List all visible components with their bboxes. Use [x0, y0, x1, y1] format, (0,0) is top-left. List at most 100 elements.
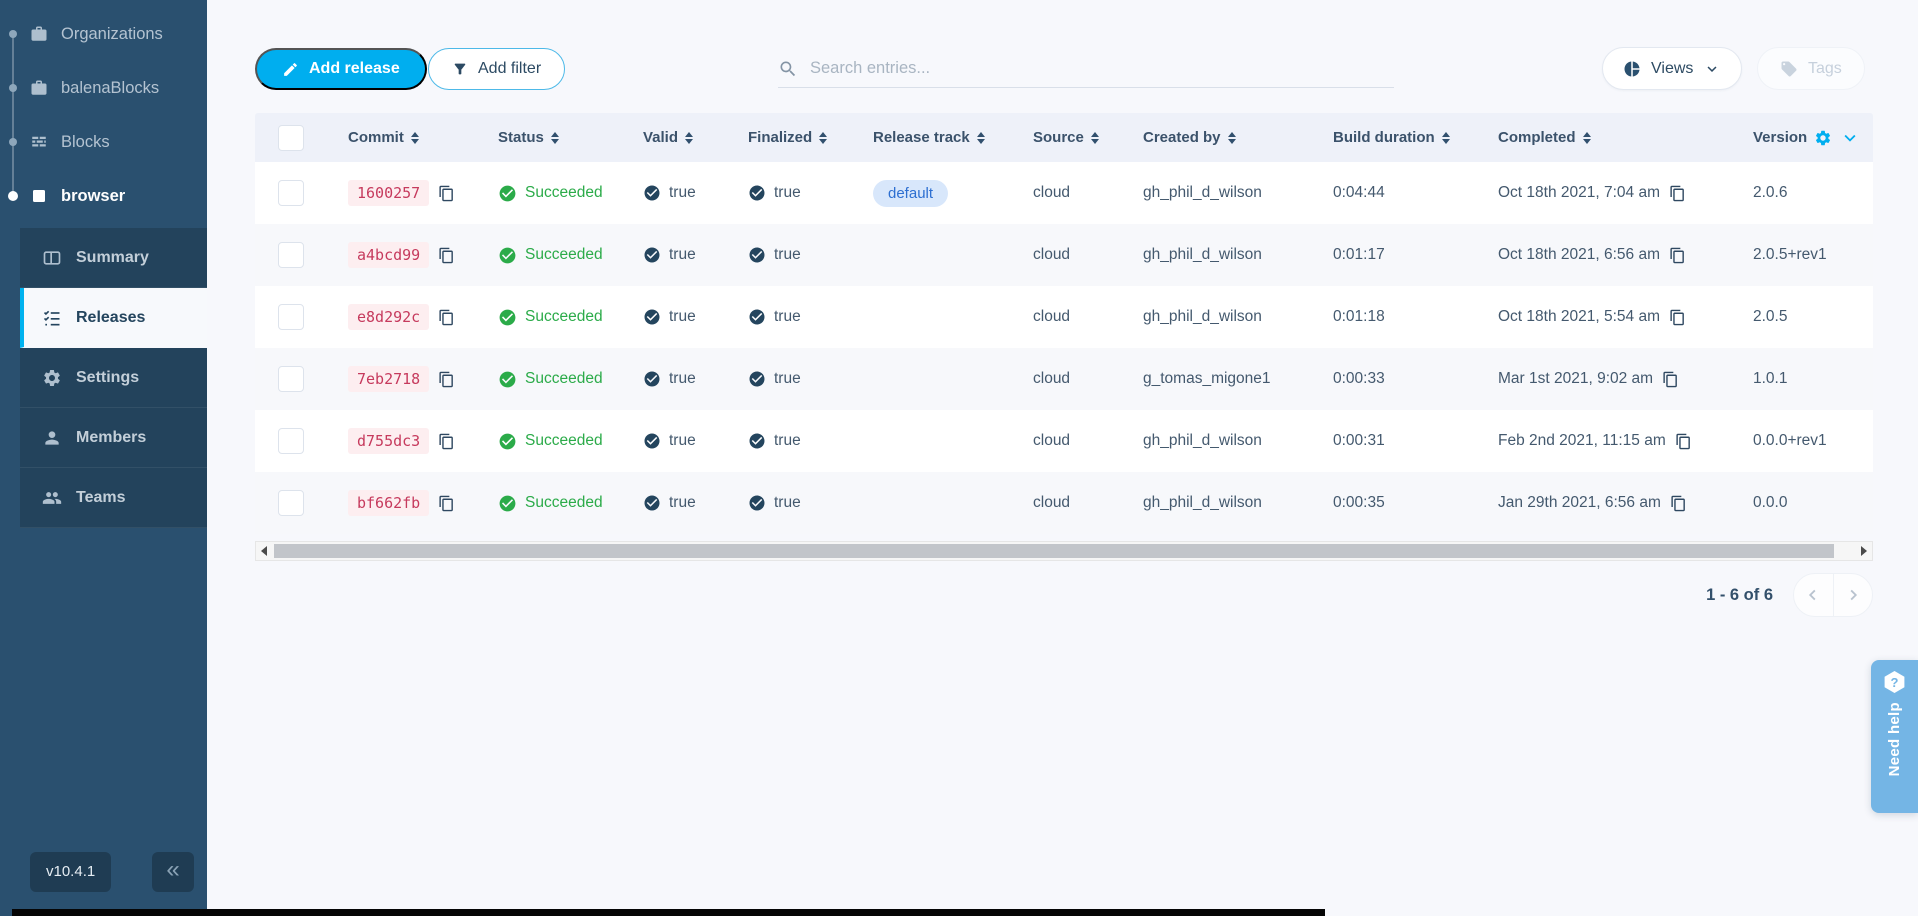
- sidebar-item-label: balenaBlocks: [61, 79, 159, 98]
- column-header-release-track[interactable]: Release track: [855, 129, 1015, 146]
- scrollbar-track[interactable]: [272, 542, 1856, 560]
- sort-icon[interactable]: [819, 132, 827, 144]
- column-header-created-by[interactable]: Created by: [1125, 129, 1315, 146]
- chevron-down-icon: [1703, 60, 1721, 78]
- sort-icon[interactable]: [685, 132, 693, 144]
- column-header-finalized[interactable]: Finalized: [730, 129, 855, 146]
- tag-icon: [1780, 60, 1798, 78]
- sort-icon[interactable]: [977, 132, 985, 144]
- copy-icon[interactable]: [438, 247, 455, 264]
- commit-hash[interactable]: 1600257: [348, 180, 429, 206]
- sidebar-item-blocks[interactable]: Blocks: [0, 115, 207, 169]
- column-header-version[interactable]: Version: [1735, 127, 1873, 149]
- finalized-label: true: [774, 494, 801, 512]
- table-row[interactable]: d755dc3 Succeeded true true cloud gh_phi…: [255, 410, 1873, 472]
- row-checkbox[interactable]: [278, 428, 304, 454]
- tree-dot-icon: [9, 30, 17, 38]
- valid-cell: true: [643, 246, 696, 264]
- summary-icon: [42, 248, 62, 268]
- column-expand-chevron-icon[interactable]: [1839, 127, 1861, 149]
- status-label: Succeeded: [525, 370, 603, 388]
- select-all-checkbox[interactable]: [278, 125, 304, 151]
- search-input[interactable]: [810, 59, 1350, 78]
- column-header-source[interactable]: Source: [1015, 129, 1125, 146]
- sort-icon[interactable]: [551, 132, 559, 144]
- scrollbar-thumb[interactable]: [274, 544, 1834, 558]
- check-circle-icon: [748, 308, 766, 326]
- column-header-completed[interactable]: Completed: [1480, 129, 1735, 146]
- sidebar-item-balenablocks[interactable]: balenaBlocks: [0, 61, 207, 115]
- main-content: Add release Add filter Views Tags Commit…: [207, 0, 1918, 916]
- sort-icon[interactable]: [411, 132, 419, 144]
- commit-hash[interactable]: e8d292c: [348, 304, 429, 330]
- pager-controls: [1793, 573, 1873, 617]
- commit-hash[interactable]: bf662fb: [348, 490, 429, 516]
- previous-page-button[interactable]: [1794, 574, 1834, 616]
- copy-icon[interactable]: [1669, 247, 1686, 264]
- sidebar-item-summary[interactable]: Summary: [20, 228, 207, 288]
- commit-hash[interactable]: a4bcd99: [348, 242, 429, 268]
- next-page-button[interactable]: [1834, 574, 1873, 616]
- release-track-chip[interactable]: default: [873, 180, 948, 207]
- sort-icon[interactable]: [1228, 132, 1236, 144]
- copy-icon[interactable]: [438, 495, 455, 512]
- copy-icon[interactable]: [438, 371, 455, 388]
- sort-icon[interactable]: [1442, 132, 1450, 144]
- copy-icon[interactable]: [1669, 309, 1686, 326]
- sidebar-item-releases[interactable]: Releases: [20, 288, 207, 348]
- tree-dot-icon: [8, 191, 18, 201]
- views-button[interactable]: Views: [1602, 47, 1742, 90]
- finalized-cell: true: [748, 246, 801, 264]
- add-filter-button[interactable]: Add filter: [428, 48, 565, 90]
- column-header-status[interactable]: Status: [480, 129, 625, 146]
- releases-table: Commit Status Valid Finalized Release tr…: [255, 113, 1873, 534]
- table-row[interactable]: bf662fb Succeeded true true cloud gh_phi…: [255, 472, 1873, 534]
- column-header-commit[interactable]: Commit: [330, 129, 480, 146]
- sidebar-item-organizations[interactable]: Organizations: [0, 7, 207, 61]
- sort-icon[interactable]: [1583, 132, 1591, 144]
- status-label: Succeeded: [525, 308, 603, 326]
- row-checkbox[interactable]: [278, 180, 304, 206]
- row-checkbox[interactable]: [278, 366, 304, 392]
- row-checkbox[interactable]: [278, 304, 304, 330]
- check-circle-icon: [643, 494, 661, 512]
- scroll-right-button[interactable]: [1856, 542, 1872, 560]
- add-release-button[interactable]: Add release: [255, 48, 427, 90]
- copy-icon[interactable]: [1662, 371, 1679, 388]
- table-row[interactable]: a4bcd99 Succeeded true true cloud gh_phi…: [255, 224, 1873, 286]
- sidebar-collapse-button[interactable]: «: [152, 852, 194, 892]
- row-checkbox[interactable]: [278, 242, 304, 268]
- column-settings-gear-icon[interactable]: [1814, 129, 1832, 147]
- need-help-label: Need help: [1886, 702, 1903, 776]
- column-header-build-duration[interactable]: Build duration: [1315, 129, 1480, 146]
- source-cell: cloud: [1015, 184, 1125, 202]
- horizontal-scrollbar[interactable]: [255, 541, 1873, 561]
- valid-cell: true: [643, 184, 696, 202]
- copy-icon[interactable]: [438, 185, 455, 202]
- sidebar-item-settings[interactable]: Settings: [20, 348, 207, 408]
- row-checkbox[interactable]: [278, 490, 304, 516]
- table-row[interactable]: 1600257 Succeeded true true default clou…: [255, 162, 1873, 224]
- need-help-tab[interactable]: ? Need help: [1871, 660, 1918, 813]
- completed-cell: Oct 18th 2021, 6:56 am: [1498, 246, 1686, 264]
- sidebar-item-browser[interactable]: browser: [0, 169, 207, 223]
- check-circle-icon: [748, 494, 766, 512]
- scroll-left-button[interactable]: [256, 542, 272, 560]
- copy-icon[interactable]: [1669, 185, 1686, 202]
- sort-icon[interactable]: [1091, 132, 1099, 144]
- commit-hash[interactable]: d755dc3: [348, 428, 429, 454]
- table-row[interactable]: 7eb2718 Succeeded true true cloud g_toma…: [255, 348, 1873, 410]
- finalized-cell: true: [748, 308, 801, 326]
- copy-icon[interactable]: [1670, 495, 1687, 512]
- sidebar-item-teams[interactable]: Teams: [20, 468, 207, 528]
- copy-icon[interactable]: [1675, 433, 1692, 450]
- source-cell: cloud: [1015, 370, 1125, 388]
- source-cell: cloud: [1015, 494, 1125, 512]
- copy-icon[interactable]: [438, 433, 455, 450]
- table-row[interactable]: e8d292c Succeeded true true cloud gh_phi…: [255, 286, 1873, 348]
- copy-icon[interactable]: [438, 309, 455, 326]
- commit-hash[interactable]: 7eb2718: [348, 366, 429, 392]
- column-header-valid[interactable]: Valid: [625, 129, 730, 146]
- sidebar-item-members[interactable]: Members: [20, 408, 207, 468]
- build-duration-cell: 0:01:17: [1315, 246, 1480, 264]
